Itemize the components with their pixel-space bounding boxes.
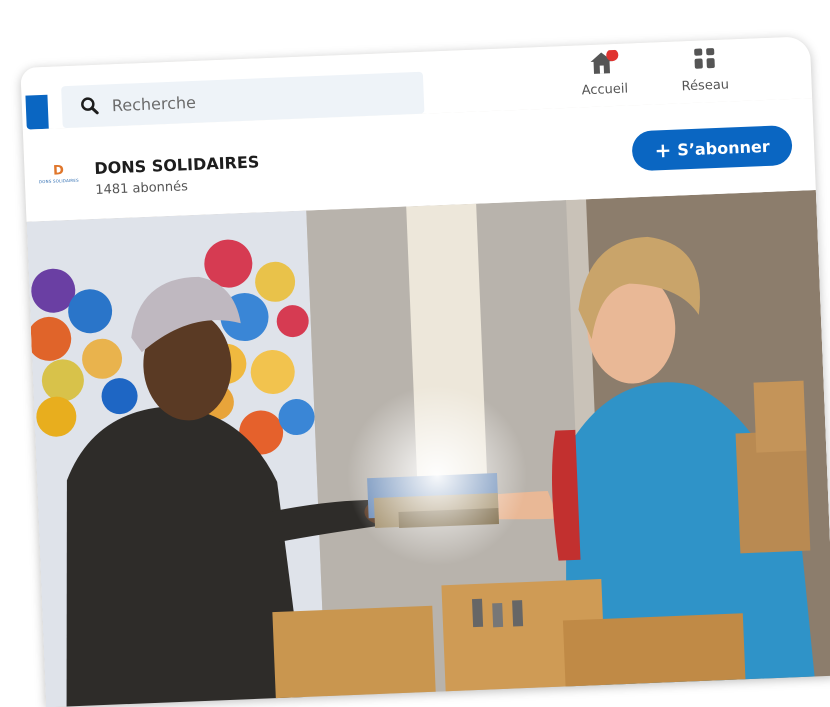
search-input[interactable] — [109, 83, 395, 116]
nav-network[interactable]: Réseau — [680, 45, 729, 94]
nav-network-label: Réseau — [681, 77, 730, 95]
post-image[interactable] — [26, 190, 830, 707]
search-icon — [80, 95, 111, 116]
follow-button-label: S’abonner — [676, 136, 770, 160]
plus-icon: + — [654, 137, 672, 163]
logo-mark: D — [52, 163, 65, 179]
company-logo[interactable]: D DONS SOLIDAIRES — [32, 163, 85, 195]
company-name[interactable]: DONS SOLIDAIRES — [94, 152, 260, 178]
home-icon — [586, 49, 621, 79]
follow-button[interactable]: + S’abonner — [631, 124, 793, 172]
nav-home-label: Accueil — [581, 81, 629, 99]
logo-text: DONS SOLIDAIRES — [38, 177, 79, 185]
nav-home[interactable]: Accueil — [580, 49, 629, 99]
network-icon — [691, 46, 718, 75]
follower-count: 1481 abonnés — [94, 179, 189, 198]
linkedin-logo[interactable] — [25, 94, 49, 130]
post-card: Accueil Réseau D DONS SOLIDAIRES DONS SO… — [20, 36, 830, 707]
